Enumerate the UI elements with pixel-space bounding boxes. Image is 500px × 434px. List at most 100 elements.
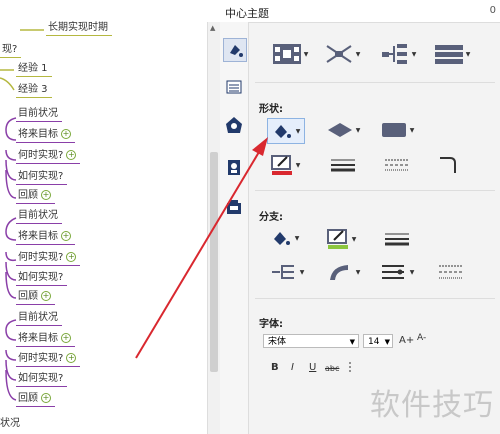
- chevron-down-icon: ▼: [299, 268, 305, 276]
- node-label: 何时实现?: [18, 353, 64, 364]
- node-when-achieve[interactable]: 何时实现? +: [16, 252, 81, 266]
- divider: [255, 298, 495, 299]
- node-when-achieve[interactable]: 何时实现? +: [16, 150, 81, 164]
- node-label: 将来目标: [18, 231, 58, 242]
- branch-section-label: 分支:: [259, 212, 283, 223]
- node-experience-3[interactable]: 经验 3: [16, 84, 52, 98]
- chevron-down-icon: ▼: [303, 50, 309, 58]
- panel-header: 中心主题 0: [225, 0, 500, 23]
- node-experience-1[interactable]: 经验 1: [16, 63, 52, 77]
- node-label: 回顾: [18, 190, 38, 201]
- shape-diamond-button[interactable]: ▼: [323, 118, 363, 142]
- node-when-achieve[interactable]: 何时实现? +: [16, 353, 81, 367]
- clipart-icon[interactable]: [223, 156, 245, 178]
- chevron-down-icon: ▼: [355, 50, 361, 58]
- italic-button[interactable]: I: [291, 362, 294, 373]
- border-color-button[interactable]: ▼: [267, 152, 303, 178]
- chevron-down-icon: ▼: [384, 338, 390, 346]
- chevron-down-icon: ▼: [295, 161, 301, 169]
- node-current-status[interactable]: 目前状况: [16, 108, 62, 122]
- font-size-value: 14: [368, 337, 380, 347]
- expand-plus-icon[interactable]: +: [61, 333, 71, 343]
- corner-style-button[interactable]: [433, 152, 463, 178]
- expand-plus-icon[interactable]: +: [61, 231, 71, 241]
- chevron-down-icon: ▼: [295, 127, 301, 135]
- strikethrough-button[interactable]: abc: [325, 364, 339, 373]
- shape-rect-button[interactable]: ▼: [377, 118, 417, 142]
- branch-line-weight-button[interactable]: [377, 228, 417, 250]
- expand-plus-icon[interactable]: +: [41, 291, 51, 301]
- branch-tree-button[interactable]: ▼: [267, 260, 307, 284]
- attachment-icon[interactable]: [223, 196, 245, 218]
- chevron-down-icon: ▼: [409, 126, 415, 134]
- shape-section-label: 形状:: [259, 104, 283, 115]
- branch-long-term[interactable]: 长期实现时期: [46, 22, 112, 36]
- node-label: 将来目标: [18, 333, 58, 344]
- node-current-status[interactable]: 目前状况: [16, 210, 62, 224]
- chevron-down-icon: ▼: [411, 50, 417, 58]
- expand-plus-icon[interactable]: +: [41, 190, 51, 200]
- panel-corner-label: 0: [489, 5, 496, 16]
- node-label: 何时实现?: [18, 252, 64, 263]
- fill-color-button[interactable]: ▼: [267, 118, 305, 144]
- line-weight-button[interactable]: [323, 154, 363, 176]
- font-grow-button[interactable]: A+: [399, 335, 414, 346]
- node-future-goal[interactable]: 将来目标 +: [16, 231, 75, 245]
- theme-icon[interactable]: [223, 114, 245, 136]
- font-family-value: 宋体: [268, 337, 287, 347]
- node-future-goal[interactable]: 将来目标 +: [16, 129, 75, 143]
- font-section-label: 字体:: [259, 319, 283, 330]
- scroll-up-icon[interactable]: ▲: [210, 24, 215, 32]
- branch-partial-top[interactable]: 现?: [0, 44, 22, 58]
- expand-plus-icon[interactable]: +: [66, 252, 77, 262]
- chevron-down-icon: ▼: [409, 268, 415, 276]
- node-review[interactable]: 回顾 +: [16, 190, 55, 204]
- node-review[interactable]: 回顾 +: [16, 393, 55, 407]
- bold-button[interactable]: B: [271, 362, 279, 373]
- branch-arrow-button[interactable]: ▼: [377, 260, 417, 284]
- expand-plus-icon[interactable]: +: [66, 150, 77, 160]
- side-toolbar: [220, 22, 249, 434]
- node-future-goal[interactable]: 将来目标 +: [16, 333, 75, 347]
- paint-bucket-icon[interactable]: [223, 38, 247, 62]
- divider: [255, 190, 495, 191]
- line-style-button[interactable]: [377, 154, 417, 176]
- branch-curve-button[interactable]: ▼: [323, 260, 363, 284]
- vertical-scrollbar[interactable]: ▲: [207, 22, 220, 434]
- divider: [255, 82, 495, 83]
- expand-plus-icon[interactable]: +: [66, 353, 77, 363]
- node-label: 回顾: [18, 393, 38, 404]
- node-review[interactable]: 回顾 +: [16, 291, 55, 305]
- chevron-down-icon: ▼: [355, 126, 361, 134]
- list-icon[interactable]: [223, 76, 245, 98]
- expand-plus-icon[interactable]: +: [41, 393, 51, 403]
- structure-tree-button[interactable]: ▼: [377, 40, 419, 68]
- chevron-down-icon: ▼: [465, 50, 471, 58]
- branch-fill-button[interactable]: ▼: [267, 226, 303, 250]
- underline-button[interactable]: U: [309, 362, 316, 373]
- text-color-icon[interactable]: [345, 360, 355, 379]
- scrollbar-thumb[interactable]: [210, 152, 218, 372]
- node-how-achieve[interactable]: 如何实现?: [16, 171, 68, 185]
- node-current-status[interactable]: 目前状况: [16, 312, 62, 326]
- font-family-select[interactable]: 宋体 ▼: [263, 334, 359, 348]
- chevron-down-icon: ▼: [349, 338, 355, 346]
- expand-plus-icon[interactable]: +: [61, 129, 71, 139]
- format-panel: 中心主题 0 ▼ ▼ ▼ ▼ 形状: ▼ ▼ ▼ ▼ 分支: ▼ ▼ ▼ ▼ ▼…: [225, 0, 500, 434]
- font-shrink-button[interactable]: A-: [417, 333, 426, 343]
- structure-list-button[interactable]: ▼: [431, 40, 473, 68]
- node-how-achieve[interactable]: 如何实现?: [16, 373, 68, 387]
- chevron-down-icon: ▼: [351, 235, 357, 243]
- structure-org-chart-button[interactable]: ▼: [269, 40, 311, 68]
- mindmap-canvas[interactable]: 长期实现时期 现? 经验 1 经验 3 目前状况 将来目标 + 何时实现? + 如何…: [0, 0, 207, 434]
- font-size-select[interactable]: 14 ▼: [363, 334, 393, 348]
- chevron-down-icon: ▼: [355, 268, 361, 276]
- node-label: 将来目标: [18, 129, 58, 140]
- panel-title: 中心主题: [225, 7, 269, 20]
- watermark-text: 软件技巧: [370, 388, 494, 423]
- branch-dash-button[interactable]: [431, 260, 471, 284]
- node-partial-bottom[interactable]: 状况: [0, 418, 20, 430]
- structure-mindmap-button[interactable]: ▼: [321, 40, 363, 68]
- node-how-achieve[interactable]: 如何实现?: [16, 272, 68, 286]
- branch-color-button[interactable]: ▼: [323, 226, 359, 252]
